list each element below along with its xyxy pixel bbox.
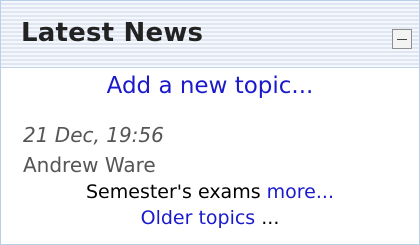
older-topics-row: Older topics ... [1,207,419,229]
older-topics-ellipsis: ... [261,207,280,229]
older-topics-link[interactable]: Older topics [141,207,256,229]
post-summary: Semester's exams more... [1,181,419,203]
latest-news-block: Latest News Add a new topic... 21 Dec, 1… [0,0,420,245]
post-date: 21 Dec, 19:56 [23,123,164,147]
post-author: Andrew Ware [23,153,156,177]
more-link[interactable]: more... [267,181,334,203]
minus-icon [397,39,407,40]
add-topic-link[interactable]: Add a new topic... [1,73,419,99]
post-subject: Semester's exams [86,181,261,203]
collapse-button[interactable] [392,29,412,49]
block-header: Latest News [1,1,419,68]
block-title: Latest News [21,18,204,48]
